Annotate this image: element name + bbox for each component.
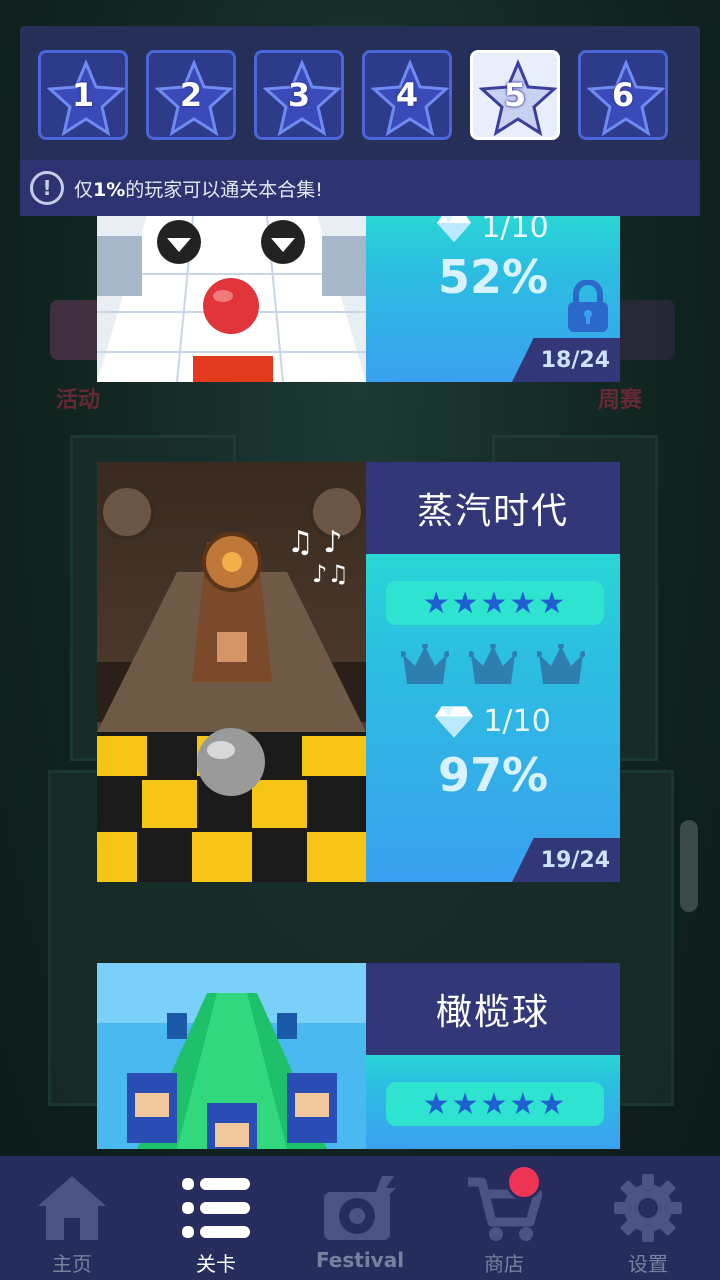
nav-item-shop[interactable]: 商店 — [444, 1156, 564, 1280]
level-1-progress-count: 18/24 — [512, 338, 620, 382]
collection-tier-selector: 1 2 3 4 5 6 ! 仅1%的玩家可以通关本合集! — [20, 26, 700, 216]
level-2-title: 蒸汽时代 — [366, 462, 620, 554]
list-icon — [180, 1170, 252, 1246]
level-2-percent: 97% — [437, 748, 549, 802]
info-icon: ! — [30, 171, 64, 205]
level-card-3[interactable]: 橄榄球 ★★★★★ — [97, 963, 620, 1149]
nav-item-levels[interactable]: 关卡 — [156, 1156, 276, 1280]
nav-item-home[interactable]: 主页 — [12, 1156, 132, 1280]
festival-icon — [320, 1170, 400, 1246]
level-3-info-panel: 橄榄球 ★★★★★ — [366, 963, 620, 1149]
level-2-artwork: ♫ ♪ ♪♫ — [97, 462, 366, 882]
nav-label-settings: 设置 — [628, 1252, 668, 1276]
tier-button-6[interactable]: 6 — [578, 50, 668, 140]
level-1-gems: 1/10 — [366, 216, 620, 245]
level-1-artwork — [97, 216, 366, 382]
tier-button-4[interactable]: 4 — [362, 50, 452, 140]
tier-button-2[interactable]: 2 — [146, 50, 236, 140]
level-card-2[interactable]: ♫ ♪ ♪♫ 蒸汽时代 ★★★★★ 1/10 97% 19/24 — [97, 462, 620, 882]
level-2-info-panel: 蒸汽时代 ★★★★★ 1/10 97% 19/24 — [366, 462, 620, 882]
level-2-crowns — [366, 644, 620, 688]
svg-text:♫ ♪: ♫ ♪ — [287, 525, 343, 560]
level-card-1[interactable]: 1/10 52% 18/24 — [97, 216, 620, 382]
background-label-events: 活动 — [56, 388, 101, 413]
nav-label-home: 主页 — [52, 1252, 92, 1276]
tier-button-1[interactable]: 1 — [38, 50, 128, 140]
notification-badge — [506, 1164, 542, 1200]
level-3-star-rating: ★★★★★ — [386, 1082, 604, 1126]
level-2-gems: 1/10 — [366, 704, 620, 739]
level-3-artwork — [97, 963, 366, 1149]
tier-button-5[interactable]: 5 — [470, 50, 560, 140]
crown-icon — [469, 644, 517, 684]
nav-label-festival: Festival — [315, 1248, 405, 1272]
scrollbar-thumb[interactable] — [680, 820, 698, 912]
level-2-progress-count: 19/24 — [512, 838, 620, 882]
crown-icon — [401, 644, 449, 684]
nav-item-festival[interactable]: Festival — [300, 1156, 420, 1280]
home-icon — [36, 1170, 108, 1246]
diamond-icon — [437, 216, 472, 242]
completion-notice: ! 仅1%的玩家可以通关本合集! — [20, 160, 700, 216]
level-3-title: 橄榄球 — [366, 963, 620, 1055]
nav-item-settings[interactable]: 设置 — [588, 1156, 708, 1280]
background-label-weekly: 周赛 — [598, 388, 643, 413]
level-1-info-panel: 1/10 52% 18/24 — [366, 216, 620, 382]
crown-icon — [537, 644, 585, 684]
diamond-icon — [435, 705, 474, 738]
bottom-nav: 主页 关卡 Festival 商店 设置 — [0, 1156, 720, 1280]
lock-icon — [566, 279, 610, 336]
level-2-star-rating: ★★★★★ — [386, 581, 604, 625]
svg-text:♪♫: ♪♫ — [312, 560, 349, 588]
tier-button-3[interactable]: 3 — [254, 50, 344, 140]
notice-text: 仅1%的玩家可以通关本合集! — [74, 178, 323, 201]
nav-label-shop: 商店 — [484, 1252, 524, 1276]
gear-icon — [612, 1170, 684, 1246]
nav-label-levels: 关卡 — [196, 1252, 236, 1276]
